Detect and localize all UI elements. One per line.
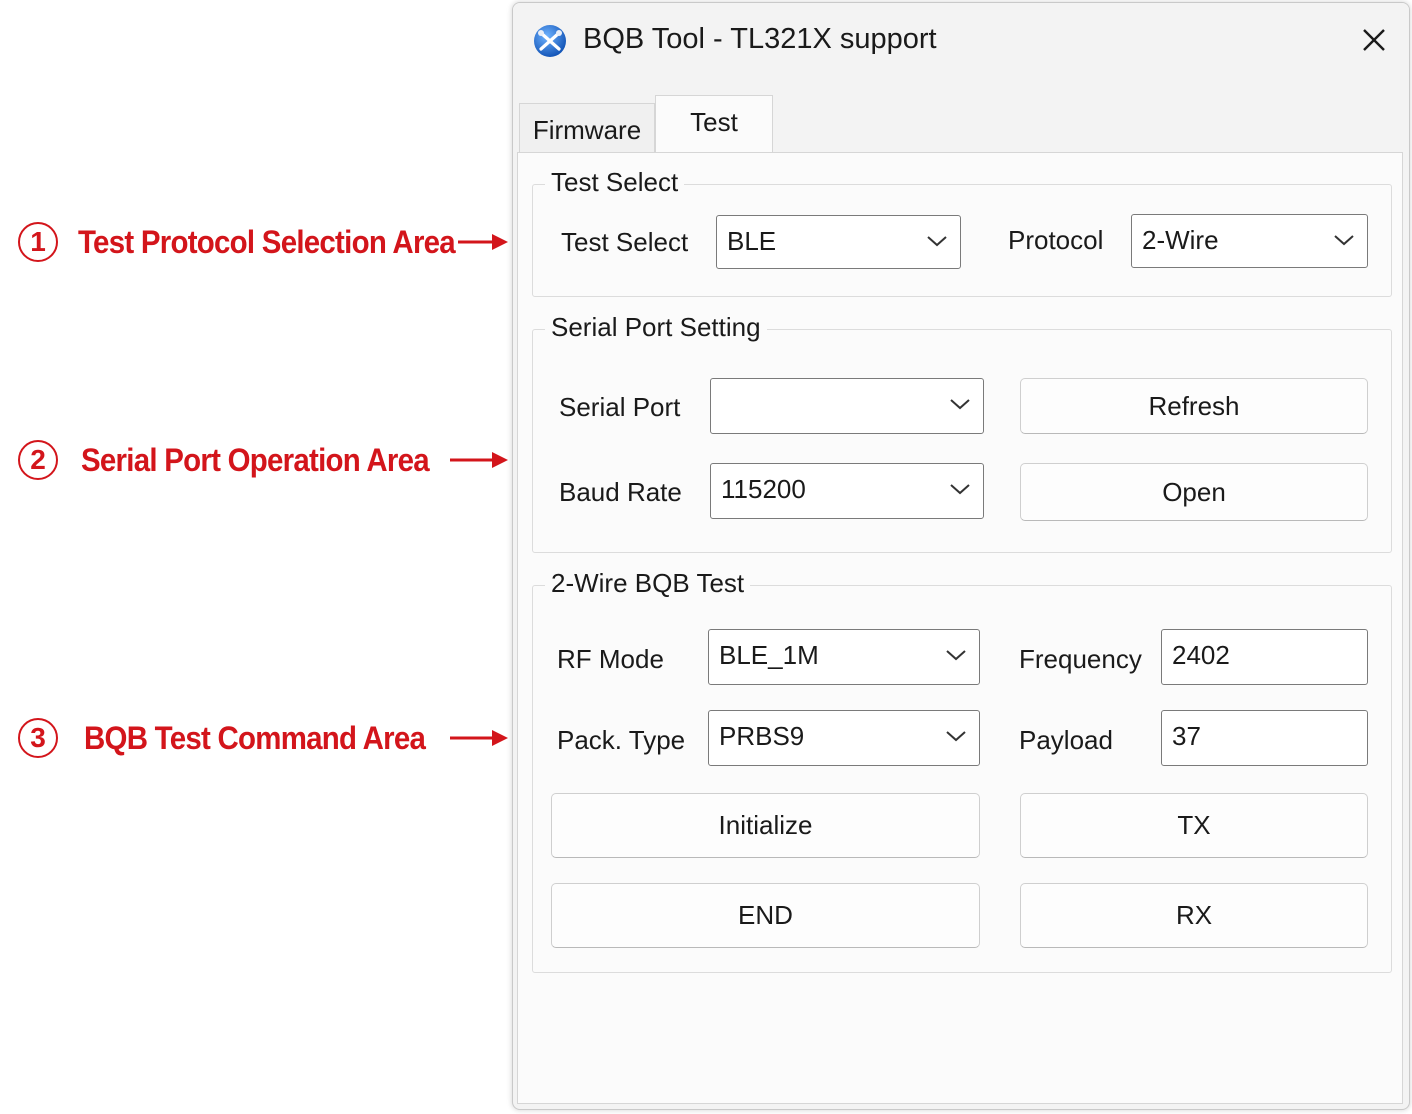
arrow-right-icon — [450, 730, 508, 746]
annotation-serial-port: 2 Serial Port Operation Area — [0, 430, 512, 490]
pack-type-label: Pack. Type — [557, 725, 686, 755]
bqb-test-group: 2-Wire BQB Test RF Mode BLE_1M Frequency… — [532, 568, 1392, 973]
chevron-down-icon — [1334, 235, 1354, 246]
group-title: Test Select — [545, 167, 685, 198]
annotation-text: Serial Port Operation Area — [81, 441, 430, 478]
rf-mode-label: RF Mode — [557, 644, 664, 674]
tab-firmware[interactable]: Firmware — [519, 103, 655, 153]
window-title: BQB Tool - TL321X support — [583, 23, 937, 55]
group-title: Serial Port Setting — [545, 312, 767, 343]
frequency-field[interactable]: 2402 — [1161, 629, 1368, 685]
initialize-button[interactable]: Initialize — [551, 793, 980, 858]
annotation-test-protocol: 1 Test Protocol Selection Area — [0, 212, 512, 272]
serial-port-group: Serial Port Setting Serial Port Refresh … — [532, 312, 1392, 553]
chevron-down-icon — [946, 731, 966, 742]
annotation-text: Test Protocol Selection Area — [78, 223, 456, 260]
dropdown-value: 2-Wire — [1142, 225, 1219, 255]
arrow-right-icon — [450, 452, 508, 468]
chevron-down-icon — [946, 650, 966, 661]
chevron-down-icon — [950, 399, 970, 410]
tab-test[interactable]: Test — [655, 95, 773, 153]
annotation-number: 1 — [18, 222, 58, 262]
serial-port-dropdown[interactable] — [710, 378, 984, 434]
dropdown-value: 115200 — [721, 474, 806, 504]
test-select-label: Test Select — [561, 227, 689, 257]
rx-button[interactable]: RX — [1020, 883, 1368, 948]
dropdown-value: PRBS9 — [719, 721, 805, 751]
serial-port-label: Serial Port — [559, 392, 681, 422]
protocol-label: Protocol — [1008, 225, 1104, 255]
pack-type-dropdown[interactable]: PRBS9 — [708, 710, 980, 766]
refresh-button[interactable]: Refresh — [1020, 378, 1368, 434]
field-value: 2402 — [1172, 640, 1230, 670]
test-tab-pane: Test Select Test Select BLE Protocol 2-W… — [517, 152, 1403, 1104]
baud-rate-label: Baud Rate — [559, 477, 682, 507]
frequency-label: Frequency — [1019, 644, 1142, 674]
chevron-down-icon — [927, 236, 947, 247]
annotation-number: 2 — [18, 440, 58, 480]
title-bar[interactable]: BQB Tool - TL321X support — [513, 3, 1409, 81]
tx-button[interactable]: TX — [1020, 793, 1368, 858]
field-value: 37 — [1172, 721, 1201, 751]
annotation-text: BQB Test Command Area — [84, 719, 426, 756]
dropdown-value: BLE_1M — [719, 640, 819, 670]
close-icon[interactable] — [1357, 23, 1391, 57]
protocol-dropdown[interactable]: 2-Wire — [1131, 214, 1368, 268]
test-select-group: Test Select Test Select BLE Protocol 2-W… — [532, 167, 1392, 297]
open-button[interactable]: Open — [1020, 463, 1368, 521]
payload-label: Payload — [1019, 725, 1113, 755]
payload-field[interactable]: 37 — [1161, 710, 1368, 766]
test-select-dropdown[interactable]: BLE — [716, 215, 961, 269]
bluetooth-tools-icon — [534, 25, 566, 57]
annotation-bqb-test: 3 BQB Test Command Area — [0, 708, 512, 768]
bqb-tool-window: BQB Tool - TL321X support Firmware Test … — [512, 2, 1410, 1110]
chevron-down-icon — [950, 484, 970, 495]
dropdown-value: BLE — [727, 226, 777, 256]
end-button[interactable]: END — [551, 883, 980, 948]
rf-mode-dropdown[interactable]: BLE_1M — [708, 629, 980, 685]
group-title: 2-Wire BQB Test — [545, 568, 751, 599]
baud-rate-dropdown[interactable]: 115200 — [710, 463, 984, 519]
arrow-right-icon — [458, 234, 508, 250]
annotation-number: 3 — [18, 718, 58, 758]
